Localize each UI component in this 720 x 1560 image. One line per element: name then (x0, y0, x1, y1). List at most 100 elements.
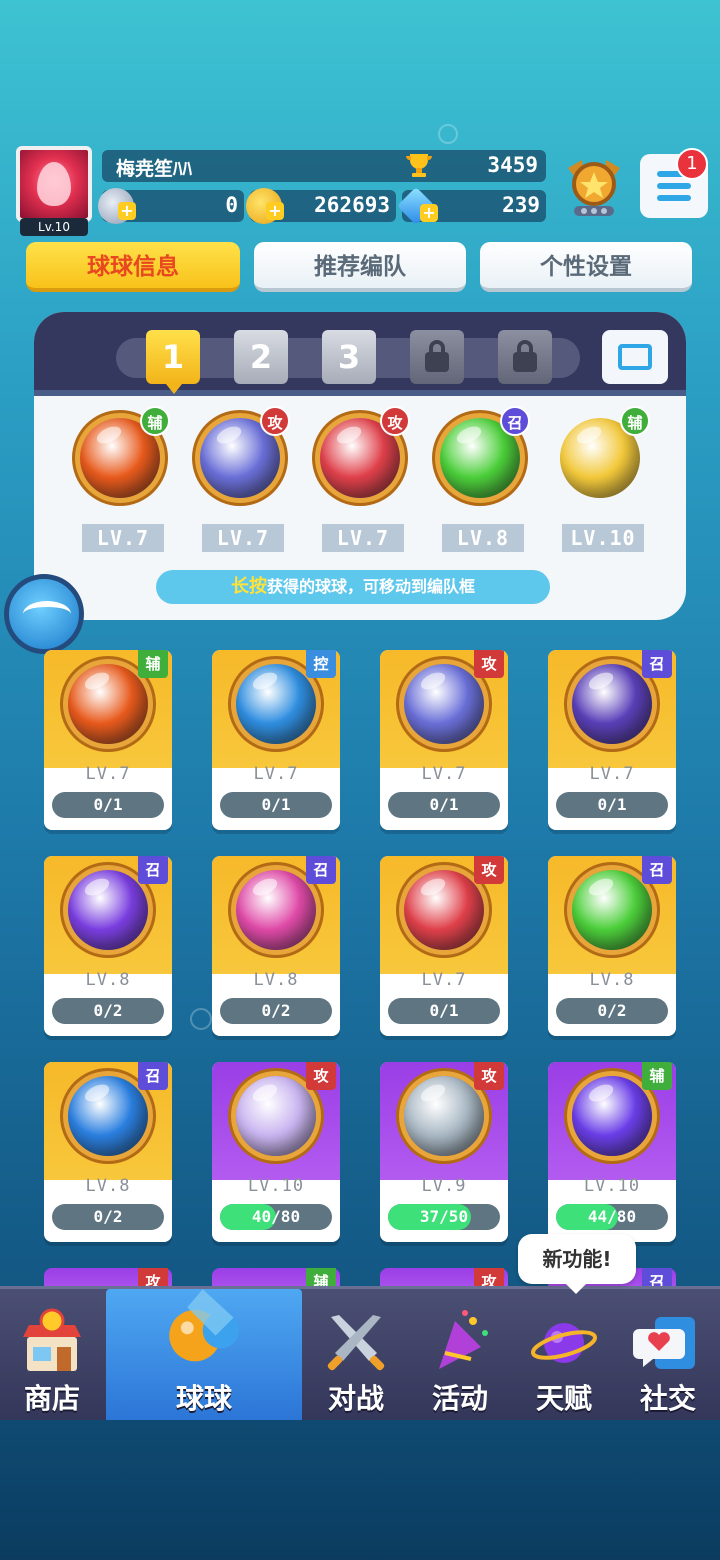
card-progress-bar: 0/1 (52, 792, 164, 818)
gem-bar[interactable]: + 239 (396, 186, 546, 226)
player-name-bar: 梅尭笙ﾊﾊ 3459 (102, 150, 546, 182)
ball-card[interactable]: 辅 LV.7 0/1 (44, 650, 172, 830)
rank-badge-icon[interactable] (564, 154, 624, 220)
tab-personal-settings[interactable]: 个性设置 (480, 242, 692, 292)
hint-text: 获得的球球，可移动到编队框 (266, 577, 475, 596)
role-badge: 控 (306, 650, 336, 678)
ball-card[interactable]: 召 LV.8 0/2 (44, 1062, 172, 1242)
card-progress-text: 0/1 (429, 1001, 459, 1020)
ball-icon (169, 1289, 239, 1362)
nav-battle[interactable]: 对战 (304, 1289, 408, 1423)
card-progress-text: 0/1 (429, 795, 459, 814)
card-progress-text: 0/1 (261, 795, 291, 814)
lock-icon (425, 340, 449, 372)
player-level: Lv.10 (20, 218, 88, 236)
card-progress-bar: 0/1 (220, 792, 332, 818)
team-ball[interactable]: 攻 (190, 406, 290, 512)
trophy-icon (405, 154, 433, 177)
tab-ball-info[interactable]: 球球信息 (26, 242, 240, 292)
ball-card[interactable]: 辅 LV.10 44/80 (548, 1062, 676, 1242)
tab-recommended-team[interactable]: 推荐编队 (254, 242, 466, 292)
nav-label: 社交 (639, 1382, 696, 1415)
role-badge: 召 (138, 856, 168, 884)
role-badge: 召 (642, 650, 672, 678)
silver-coin-icon: + (98, 188, 136, 224)
shark-skill-button[interactable] (4, 574, 84, 654)
card-level: LV.8 (85, 970, 131, 990)
ball-card[interactable]: 控 LV.7 0/1 (212, 650, 340, 830)
card-progress-bar: 0/1 (556, 792, 668, 818)
new-feature-tooltip: 新功能! (518, 1234, 636, 1294)
nav-social[interactable]: 社交 (616, 1289, 720, 1423)
nav-shop[interactable]: 商店 (0, 1289, 104, 1423)
team-ball[interactable]: 辅 (550, 406, 650, 512)
team-ball[interactable]: 辅 (70, 406, 170, 512)
role-badge: 辅 (620, 406, 650, 436)
ball-card[interactable]: 召 LV.8 0/2 (212, 856, 340, 1036)
team-slot-header: 1 2 3 (34, 312, 686, 396)
card-progress-text: 0/2 (597, 1001, 627, 1020)
card-progress-text: 0/1 (93, 795, 123, 814)
card-progress-bar: 44/80 (556, 1204, 668, 1230)
silver-bar[interactable]: + 0 (98, 188, 244, 224)
team-ball-level: LV.10 (562, 524, 644, 552)
ball-card[interactable]: 召 LV.7 0/1 (548, 650, 676, 830)
nav-events[interactable]: 活动 (408, 1289, 512, 1423)
ball-card[interactable]: 召 LV.8 0/2 (548, 856, 676, 1036)
player-avatar[interactable] (16, 146, 92, 222)
role-badge: 辅 (642, 1062, 672, 1090)
ball-card[interactable]: 攻 LV.10 40/80 (212, 1062, 340, 1242)
card-level: LV.7 (253, 764, 299, 784)
nav-talents[interactable]: 天赋 (512, 1289, 616, 1423)
card-progress-text: 0/2 (261, 1001, 291, 1020)
role-badge: 召 (306, 856, 336, 884)
card-progress-bar: 0/2 (52, 1204, 164, 1230)
share-button[interactable] (602, 330, 668, 384)
ball-card[interactable]: 攻 LV.7 0/1 (380, 650, 508, 830)
team-slot-2[interactable]: 2 (234, 330, 288, 384)
trophy-count: 3459 (487, 153, 538, 177)
team-slot-1[interactable]: 1 (146, 330, 200, 394)
ball-icon (68, 1076, 148, 1156)
bottom-nav: 商店 球球 对战 活动 天赋 社交 (0, 1286, 720, 1423)
ball-icon (572, 870, 652, 950)
role-badge: 攻 (474, 856, 504, 884)
team-slot-locked[interactable] (498, 330, 552, 384)
nav-label: 活动 (431, 1382, 488, 1415)
player-name: 梅尭笙ﾊﾊ (116, 158, 193, 180)
gold-coin-icon: + (246, 188, 284, 224)
role-badge: 攻 (380, 406, 410, 436)
shop-icon (23, 1308, 81, 1371)
ball-icon (236, 1076, 316, 1156)
add-gem-icon[interactable]: + (420, 204, 438, 222)
team-ball[interactable]: 召 (430, 406, 530, 512)
card-progress-bar: 40/80 (220, 1204, 332, 1230)
role-badge: 辅 (138, 650, 168, 678)
team-slot-locked[interactable] (410, 330, 464, 384)
card-level: LV.9 (421, 1176, 467, 1196)
team-ball[interactable]: 攻 (310, 406, 410, 512)
role-badge: 攻 (474, 1062, 504, 1090)
ball-card[interactable]: 攻 LV.9 37/50 (380, 1062, 508, 1242)
add-silver-icon[interactable]: + (118, 202, 136, 220)
ball-icon (572, 664, 652, 744)
role-badge: 攻 (306, 1062, 336, 1090)
team-ball-level: LV.7 (202, 524, 284, 552)
card-progress-bar: 0/2 (220, 998, 332, 1024)
team-panel: 1 2 3 辅 攻 攻 召 辅 LV.7 LV.7 LV.7 LV.8 LV.1… (34, 312, 686, 620)
nav-balls[interactable]: 球球 (106, 1289, 302, 1423)
card-progress-text: 0/2 (93, 1207, 123, 1226)
card-progress-bar: 0/1 (388, 792, 500, 818)
add-gold-icon[interactable]: + (266, 202, 284, 220)
share-icon (618, 344, 652, 370)
notification-badge: 1 (676, 148, 708, 180)
ball-icon (572, 1076, 652, 1156)
ball-icon (236, 870, 316, 950)
party-popper-icon (439, 1310, 488, 1369)
ball-card[interactable]: 召 LV.8 0/2 (44, 856, 172, 1036)
card-progress-bar: 0/2 (556, 998, 668, 1024)
team-slot-3[interactable]: 3 (322, 330, 376, 384)
gold-bar[interactable]: + 262693 (246, 188, 396, 224)
ball-card[interactable]: 攻 LV.7 0/1 (380, 856, 508, 1036)
background-bubble (438, 124, 458, 144)
